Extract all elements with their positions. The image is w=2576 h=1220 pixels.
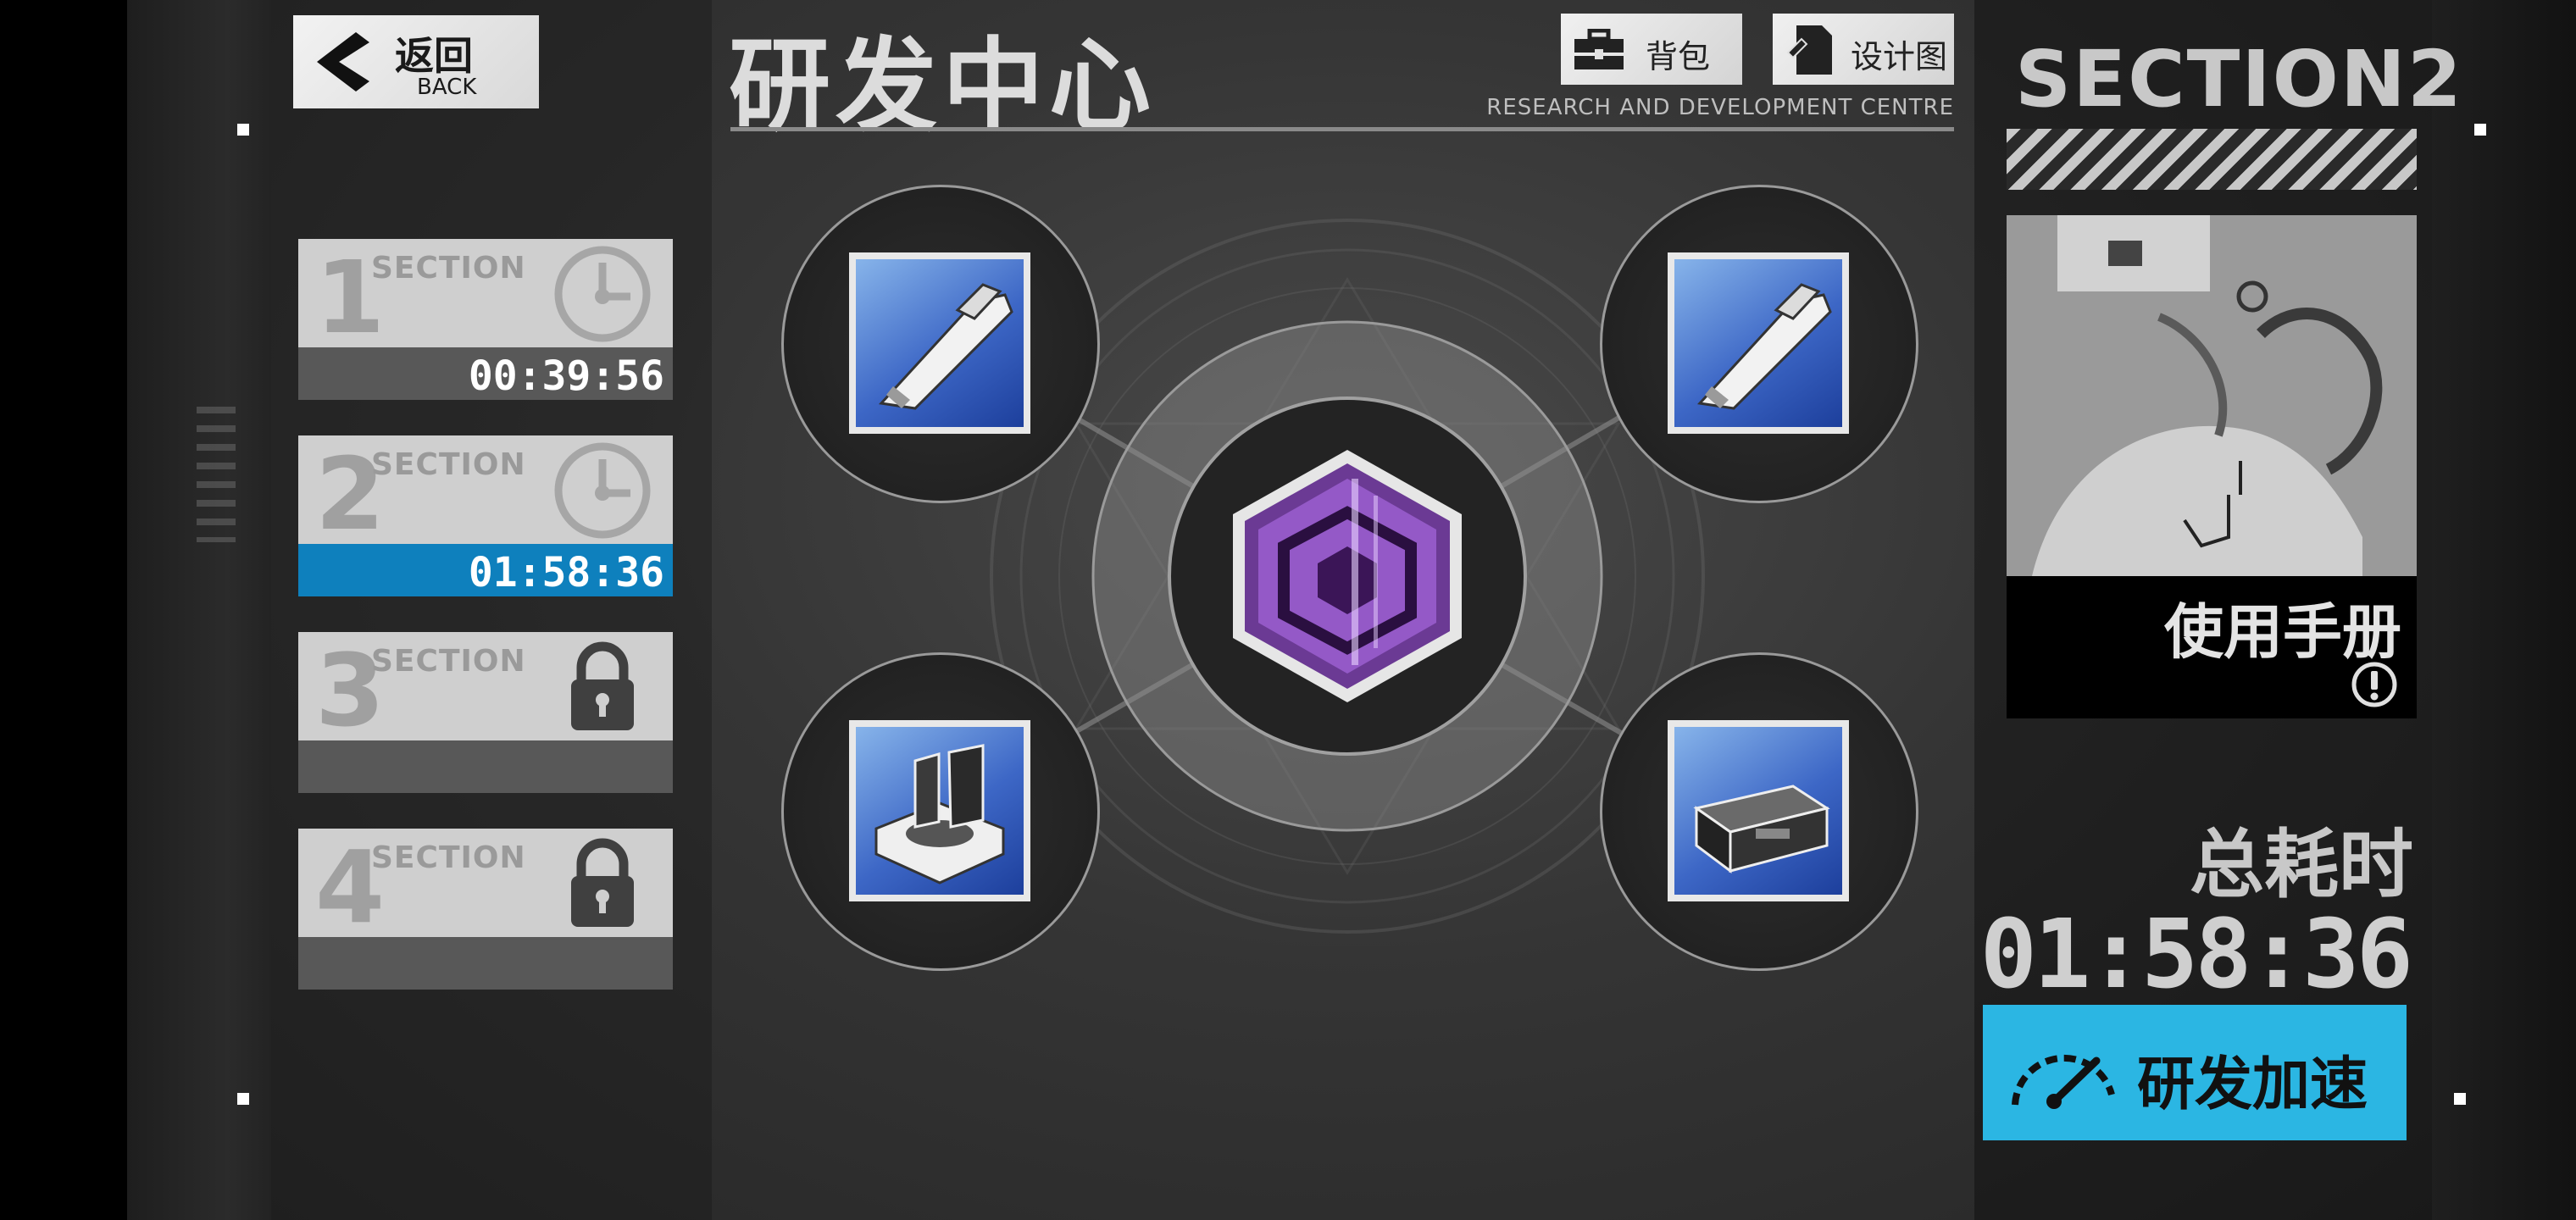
item-slot-background (856, 259, 1024, 427)
total-time-value: 01:58:36 (1979, 900, 2413, 1010)
item-slot-device[interactable] (849, 720, 1030, 901)
corner-marker (2474, 124, 2486, 136)
corner-marker (2454, 1093, 2466, 1105)
manual-sketch-image (2007, 215, 2417, 576)
section-label: SECTION (371, 644, 526, 679)
section-label: SECTION (371, 447, 526, 482)
research-stage (763, 169, 1932, 1000)
clock-icon (554, 442, 651, 539)
section-timer: 01:58:36 (468, 549, 664, 596)
background-left-column (271, 0, 712, 1220)
speedometer-icon (2012, 1054, 2115, 1109)
research-core-icon[interactable] (1224, 445, 1470, 707)
gun-barrel-icon (878, 283, 1013, 410)
back-button[interactable]: 返回 BACK (293, 15, 539, 108)
section-label: SECTION (371, 251, 526, 286)
page-subtitle: RESEARCH AND DEVELOPMENT CENTRE (1486, 95, 1954, 120)
bag-label: 背包 (1646, 38, 1711, 75)
bag-button[interactable]: 背包 (1561, 14, 1742, 85)
section-card-1[interactable]: 1 SECTION 00:39:56 (298, 239, 673, 400)
lock-icon (571, 838, 634, 927)
lock-icon (571, 641, 634, 730)
back-arrow-icon (317, 32, 369, 92)
section-heading: SECTION2 (2015, 34, 2463, 125)
device-module-icon (874, 744, 1005, 884)
item-slot-crate[interactable] (1668, 720, 1849, 901)
manual-title[interactable]: 使用手册 (2164, 585, 2401, 670)
manual-illustration (2007, 215, 2417, 576)
accelerate-label: 研发加速 (2137, 1051, 2368, 1118)
back-label: 返回 (395, 33, 473, 79)
gun-barrel-icon (1696, 283, 1832, 410)
section-card-2[interactable]: 2 SECTION 01:58:36 (298, 435, 673, 596)
back-sublabel: BACK (417, 75, 477, 100)
section-card-3[interactable]: 3 SECTION (298, 632, 673, 793)
title-underline (730, 127, 1954, 131)
corner-marker (237, 1093, 249, 1105)
blueprint-label: 设计图 (1851, 38, 1948, 75)
decorative-ticks (197, 407, 236, 542)
corner-marker (237, 124, 249, 136)
accelerate-research-button[interactable]: 研发加速 (1983, 1005, 2407, 1140)
item-slot-background (1674, 727, 1842, 895)
supply-crate-icon (1693, 785, 1830, 873)
hatch-bar (2007, 129, 2417, 190)
blueprint-button[interactable]: 设计图 (1773, 14, 1954, 85)
exclamation-circle-icon[interactable] (2351, 661, 2398, 708)
background-left-strip (0, 0, 127, 1220)
clock-icon (554, 246, 651, 342)
section-label: SECTION (371, 840, 526, 875)
background-right-strip (2432, 0, 2576, 1220)
item-slot-weapon-part[interactable] (1668, 252, 1849, 434)
item-slot-weapon-part[interactable] (849, 252, 1030, 434)
item-slot-background (1674, 259, 1842, 427)
toolbox-icon (1574, 29, 1624, 69)
total-time-label: 总耗时 (2189, 821, 2413, 908)
section-timer: 00:39:56 (468, 352, 664, 400)
background-left-edge (127, 0, 271, 1220)
section-card-4[interactable]: 4 SECTION (298, 829, 673, 990)
blueprint-icon (1786, 25, 1832, 75)
item-slot-background (856, 727, 1024, 895)
